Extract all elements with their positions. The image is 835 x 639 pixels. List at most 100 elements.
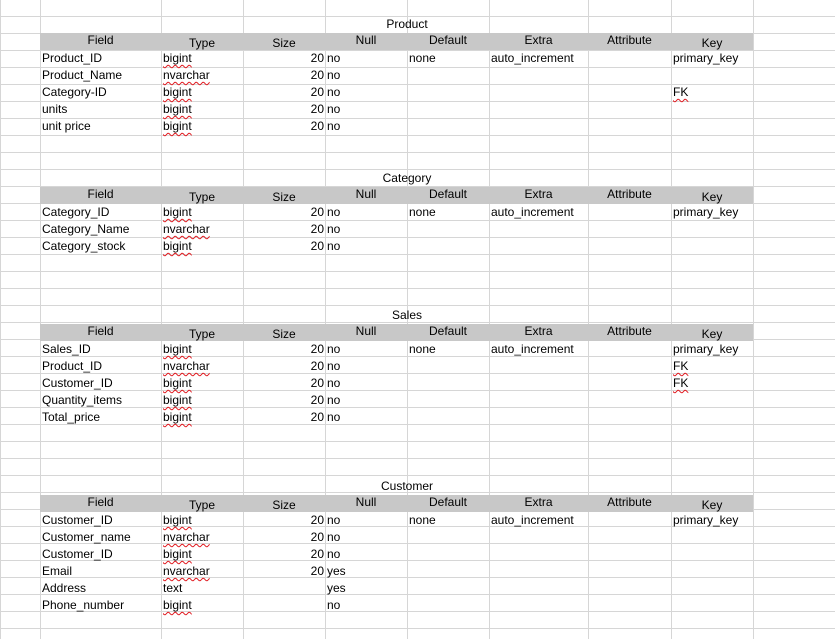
- cell-null[interactable]: no: [325, 597, 407, 614]
- cell-key[interactable]: [671, 67, 753, 84]
- cell-extra[interactable]: [489, 392, 588, 409]
- cell-size[interactable]: 20: [243, 221, 325, 238]
- cell-extra[interactable]: [489, 358, 588, 375]
- cell-key[interactable]: [671, 529, 753, 546]
- cell-size[interactable]: 20: [243, 563, 325, 580]
- cell-extra[interactable]: auto_increment: [489, 50, 588, 67]
- cell-extra[interactable]: [489, 221, 588, 238]
- cell-attribute[interactable]: [588, 375, 671, 392]
- column-header-size[interactable]: Size: [243, 495, 325, 512]
- cell-attribute[interactable]: [588, 546, 671, 563]
- cell-null[interactable]: no: [325, 512, 407, 529]
- cell-default[interactable]: [407, 580, 489, 597]
- cell-type[interactable]: bigint: [161, 597, 243, 614]
- cell-size[interactable]: 20: [243, 238, 325, 255]
- cell-type[interactable]: bigint: [161, 512, 243, 529]
- cell-null[interactable]: no: [325, 84, 407, 101]
- cell-size[interactable]: 20: [243, 392, 325, 409]
- cell-field[interactable]: Product_ID: [40, 50, 161, 67]
- cell-attribute[interactable]: [588, 118, 671, 135]
- cell-field[interactable]: unit price: [40, 118, 161, 135]
- column-header-size[interactable]: Size: [243, 324, 325, 341]
- cell-attribute[interactable]: [588, 101, 671, 118]
- cell-extra[interactable]: [489, 101, 588, 118]
- cell-field[interactable]: Sales_ID: [40, 341, 161, 358]
- cell-type[interactable]: nvarchar: [161, 563, 243, 580]
- cell-null[interactable]: no: [325, 529, 407, 546]
- cell-size[interactable]: 20: [243, 375, 325, 392]
- cell-extra[interactable]: [489, 84, 588, 101]
- cell-field[interactable]: Phone_number: [40, 597, 161, 614]
- cell-attribute[interactable]: [588, 204, 671, 221]
- cell-field[interactable]: Customer_ID: [40, 512, 161, 529]
- column-header-extra[interactable]: Extra: [489, 324, 588, 341]
- cell-attribute[interactable]: [588, 563, 671, 580]
- cell-key[interactable]: primary_key: [671, 50, 753, 67]
- cell-field[interactable]: Category-ID: [40, 84, 161, 101]
- table-title[interactable]: Category: [325, 170, 489, 187]
- cell-extra[interactable]: [489, 529, 588, 546]
- cell-default[interactable]: none: [407, 512, 489, 529]
- column-header-null[interactable]: Null: [325, 324, 407, 341]
- cell-attribute[interactable]: [588, 84, 671, 101]
- column-header-null[interactable]: Null: [325, 33, 407, 50]
- cell-size[interactable]: 20: [243, 409, 325, 426]
- cell-null[interactable]: yes: [325, 563, 407, 580]
- cell-extra[interactable]: [489, 546, 588, 563]
- cell-default[interactable]: [407, 563, 489, 580]
- cell-type[interactable]: bigint: [161, 375, 243, 392]
- cell-size[interactable]: [243, 580, 325, 597]
- cell-attribute[interactable]: [588, 358, 671, 375]
- table-title[interactable]: Product: [325, 16, 489, 33]
- cell-extra[interactable]: [489, 597, 588, 614]
- column-header-field[interactable]: Field: [40, 495, 161, 512]
- cell-size[interactable]: 20: [243, 204, 325, 221]
- cell-field[interactable]: Email: [40, 563, 161, 580]
- cell-key[interactable]: [671, 238, 753, 255]
- cell-size[interactable]: 20: [243, 512, 325, 529]
- cell-key[interactable]: [671, 597, 753, 614]
- cell-extra[interactable]: auto_increment: [489, 512, 588, 529]
- cell-null[interactable]: no: [325, 409, 407, 426]
- column-header-default[interactable]: Default: [407, 324, 489, 341]
- cell-key[interactable]: primary_key: [671, 512, 753, 529]
- cell-null[interactable]: no: [325, 221, 407, 238]
- column-header-default[interactable]: Default: [407, 33, 489, 50]
- column-header-attribute[interactable]: Attribute: [588, 187, 671, 204]
- cell-size[interactable]: 20: [243, 546, 325, 563]
- cell-type[interactable]: bigint: [161, 118, 243, 135]
- cell-type[interactable]: nvarchar: [161, 529, 243, 546]
- cell-null[interactable]: no: [325, 375, 407, 392]
- cell-default[interactable]: [407, 238, 489, 255]
- column-header-null[interactable]: Null: [325, 495, 407, 512]
- column-header-field[interactable]: Field: [40, 187, 161, 204]
- cell-type[interactable]: bigint: [161, 341, 243, 358]
- cell-null[interactable]: no: [325, 101, 407, 118]
- cell-type[interactable]: nvarchar: [161, 358, 243, 375]
- table-title[interactable]: Customer: [325, 478, 489, 495]
- cell-extra[interactable]: [489, 409, 588, 426]
- cell-null[interactable]: no: [325, 67, 407, 84]
- cell-key[interactable]: [671, 546, 753, 563]
- cell-key[interactable]: [671, 580, 753, 597]
- cell-default[interactable]: [407, 546, 489, 563]
- cell-key[interactable]: primary_key: [671, 341, 753, 358]
- column-header-key[interactable]: Key: [671, 33, 753, 50]
- cell-null[interactable]: no: [325, 341, 407, 358]
- column-header-attribute[interactable]: Attribute: [588, 495, 671, 512]
- cell-key[interactable]: [671, 563, 753, 580]
- cell-key[interactable]: primary_key: [671, 204, 753, 221]
- column-header-extra[interactable]: Extra: [489, 495, 588, 512]
- cell-extra[interactable]: [489, 238, 588, 255]
- cell-key[interactable]: [671, 392, 753, 409]
- cell-default[interactable]: [407, 409, 489, 426]
- cell-default[interactable]: none: [407, 341, 489, 358]
- cell-field[interactable]: Address: [40, 580, 161, 597]
- cell-field[interactable]: Customer_name: [40, 529, 161, 546]
- cell-size[interactable]: 20: [243, 50, 325, 67]
- cell-field[interactable]: Total_price: [40, 409, 161, 426]
- cell-type[interactable]: bigint: [161, 84, 243, 101]
- cell-size[interactable]: 20: [243, 101, 325, 118]
- cell-field[interactable]: Quantity_items: [40, 392, 161, 409]
- cell-attribute[interactable]: [588, 512, 671, 529]
